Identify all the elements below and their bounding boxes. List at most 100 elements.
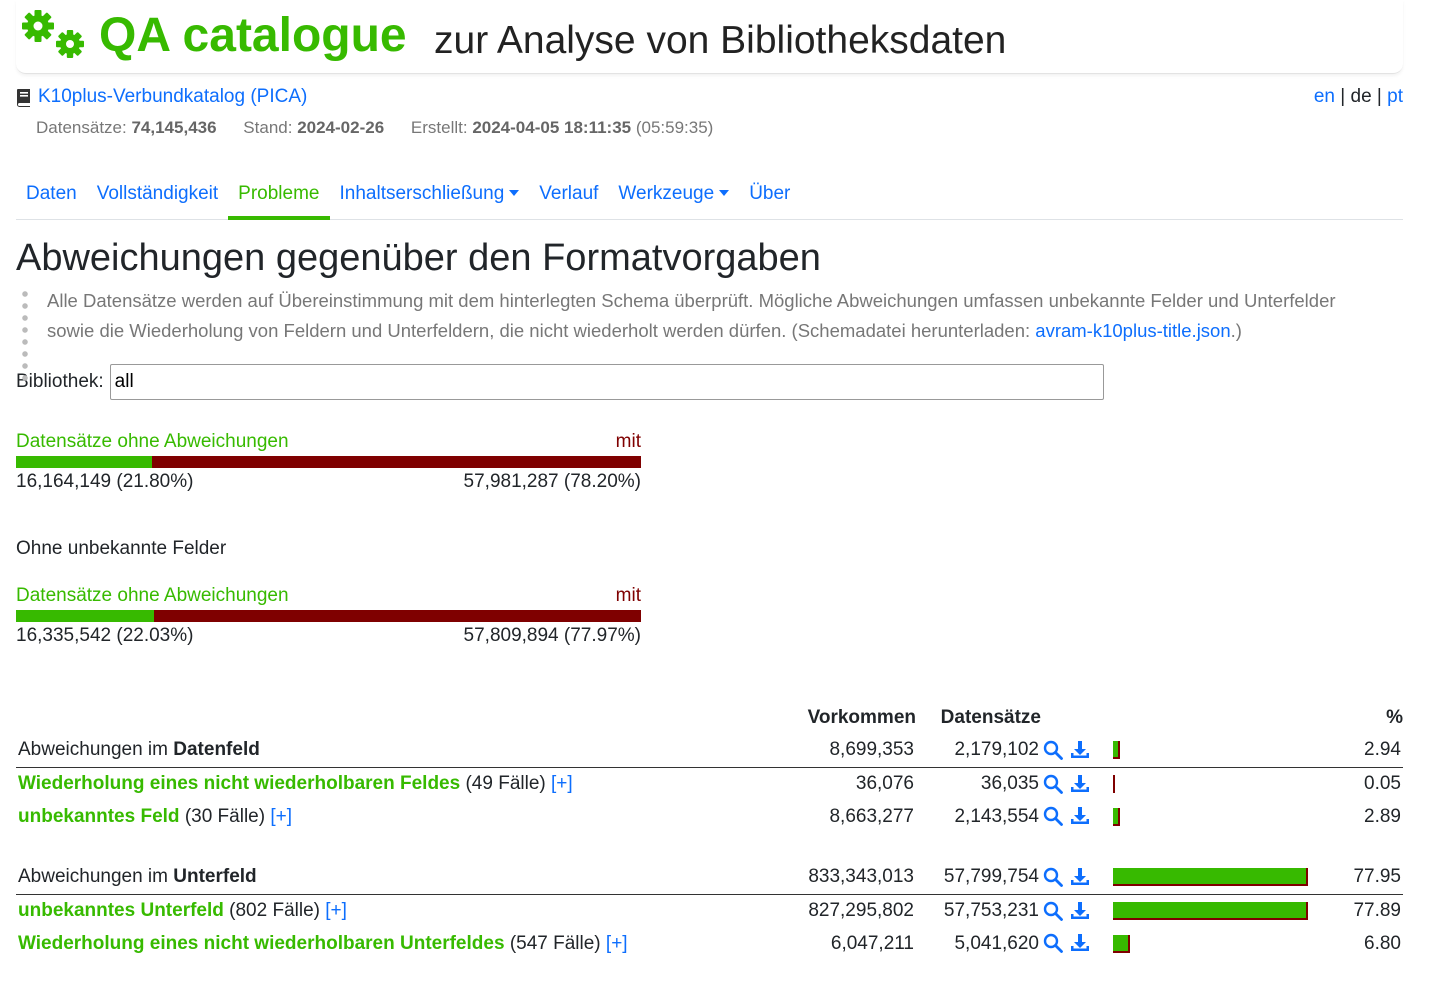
percent-cell: 6.80 [1364, 932, 1401, 954]
percent-bar-fill [1113, 774, 1115, 793]
brand-tagline: zur Analyse von Bibliotheksdaten [434, 19, 1007, 62]
quote-border-dots [22, 288, 28, 384]
category-cell: Abweichungen im Datenfeld [16, 734, 696, 768]
tab-label: Werkzeuge [618, 183, 715, 204]
records-cell: 57,753,231 [943, 899, 1039, 921]
summary-known: Datensätze ohne Abweichungen mit 16,335,… [16, 582, 641, 662]
lang-pt-link[interactable]: pt [1387, 86, 1403, 107]
percent-bar-cell [1111, 861, 1321, 895]
description-text-end: .) [1230, 320, 1242, 341]
col-percent-header: % [1386, 707, 1403, 728]
records-cell: 2,179,102 [916, 734, 1041, 768]
page-title: Abweichungen gegenüber den Formatvorgabe… [16, 237, 821, 279]
percent-cell: 77.95 [1321, 861, 1403, 895]
percent-cell: 77.89 [1353, 899, 1401, 921]
search-icon[interactable] [1043, 867, 1063, 888]
expand-button[interactable]: [+] [551, 773, 573, 794]
download-icon[interactable] [1069, 867, 1091, 887]
expand-button[interactable]: [+] [270, 806, 292, 827]
main-nav: Daten Vollständigkeit Probleme Inhaltser… [16, 174, 1403, 220]
ok-label: Datensätze ohne Abweichungen [16, 585, 289, 606]
search-icon[interactable] [1043, 774, 1063, 794]
download-icon[interactable] [1069, 901, 1091, 921]
download-icon[interactable] [1069, 740, 1091, 760]
percent-bar-cell [1111, 800, 1321, 833]
percent-cell: 0.05 [1364, 772, 1401, 794]
issue-type-row: Wiederholung eines nicht wiederholbaren … [16, 927, 1403, 960]
percent-bar [1113, 807, 1313, 826]
catalog-info: K10plus-Verbundkatalog (PICA) en | de | … [16, 74, 1403, 137]
bad-bar-segment [152, 456, 641, 468]
download-icon[interactable] [1069, 806, 1091, 826]
tab-label: Vollständigkeit [96, 183, 219, 204]
ok-bar-segment [16, 610, 154, 622]
library-filter: Bibliothek: [16, 364, 1403, 400]
bad-label: mit [615, 431, 641, 452]
lang-en-link[interactable]: en [1314, 86, 1335, 107]
search-icon[interactable] [1043, 901, 1063, 921]
percent-bar [1113, 741, 1313, 760]
percent-bar-cell [1111, 894, 1321, 927]
percent-cell: 2.94 [1321, 734, 1403, 768]
percent-bar [1113, 934, 1313, 953]
caret-down-icon [719, 190, 730, 196]
schema-download-link[interactable]: avram-k10plus-title.json [1035, 320, 1230, 341]
tab-verlauf[interactable]: Verlauf [529, 174, 608, 220]
tab-ueber[interactable]: Über [739, 174, 800, 220]
page-header: QA catalogue zur Analyse von Bibliotheks… [16, 0, 1403, 74]
summary-bar [16, 610, 641, 622]
category-cell: Abweichungen im Unterfeld [16, 861, 696, 895]
records-cell: 5,041,620 [954, 932, 1039, 954]
search-icon[interactable] [1043, 740, 1063, 761]
issue-type-link[interactable]: unbekanntes Feld [18, 806, 180, 827]
col-occurrences-header: Vorkommen [807, 707, 916, 728]
library-input[interactable] [109, 364, 1104, 400]
tab-daten[interactable]: Daten [16, 174, 87, 220]
records-cell: 57,799,754 [916, 861, 1041, 895]
percent-bar [1113, 901, 1313, 920]
search-icon[interactable] [1043, 806, 1063, 827]
issue-type-row: unbekanntes Feld (30 Fälle) [+] 8,663,277… [16, 800, 1403, 833]
percent-bar-cell [1111, 767, 1321, 800]
tab-probleme[interactable]: Probleme [228, 174, 330, 220]
tab-label: Über [749, 183, 791, 204]
catalog-link[interactable]: K10plus-Verbundkatalog (PICA) [38, 86, 307, 108]
tab-vollstaendigkeit[interactable]: Vollständigkeit [87, 174, 228, 220]
tab-werkzeuge[interactable]: Werkzeuge [608, 174, 739, 220]
occurrences-cell: 8,663,277 [829, 805, 914, 827]
category-name: Datenfeld [173, 739, 260, 761]
records-cell: 2,143,554 [954, 805, 1039, 827]
issue-type-cell: unbekanntes Feld (30 Fälle) [+] [16, 800, 696, 833]
issue-type-cell: unbekanntes Unterfeld (802 Fälle) [+] [16, 894, 696, 927]
percent-bar [1113, 868, 1313, 887]
tab-inhaltserschliessung[interactable]: Inhaltserschließung [330, 174, 530, 220]
issues-table-body: Abweichungen im Datenfeld 8,699,353 2,179,… [16, 734, 1403, 960]
category-row: Abweichungen im Datenfeld 8,699,353 2,179,… [16, 734, 1403, 768]
issue-type-cell: Wiederholung eines nicht wiederholbaren … [16, 927, 696, 960]
percent-bar-fill [1113, 741, 1121, 760]
download-icon[interactable] [1069, 933, 1091, 953]
brand-title[interactable]: QA catalogue [99, 6, 407, 66]
expand-button[interactable]: [+] [606, 933, 628, 954]
occurrences-cell: 8,699,353 [696, 734, 916, 768]
expand-button[interactable]: [+] [325, 900, 347, 921]
table-header-row: Vorkommen Datensätze % [16, 702, 1403, 734]
search-icon[interactable] [1043, 933, 1063, 954]
created-duration: (05:59:35) [635, 118, 714, 137]
issue-type-link[interactable]: Wiederholung eines nicht wiederholbaren … [18, 773, 460, 794]
percent-bar-fill [1113, 901, 1308, 920]
caret-down-icon [509, 190, 520, 196]
created-value: 2024-04-05 18:11:35 [472, 118, 632, 137]
lang-separator: | [1376, 86, 1382, 107]
download-icon[interactable] [1069, 774, 1091, 794]
occurrences-cell: 6,047,211 [830, 932, 914, 954]
summary-bar [16, 456, 641, 468]
percent-bar-fill [1113, 934, 1130, 953]
state-label: Stand: [243, 118, 293, 137]
issue-type-link[interactable]: Wiederholung eines nicht wiederholbaren … [18, 933, 505, 954]
tab-label: Probleme [238, 183, 320, 204]
percent-bar-cell [1111, 927, 1321, 960]
page-description: Alle Datensätze werden auf Übereinstimmu… [16, 286, 1366, 384]
cases-count: (30 Fälle) [184, 805, 266, 827]
issue-type-link[interactable]: unbekanntes Unterfeld [18, 900, 224, 921]
